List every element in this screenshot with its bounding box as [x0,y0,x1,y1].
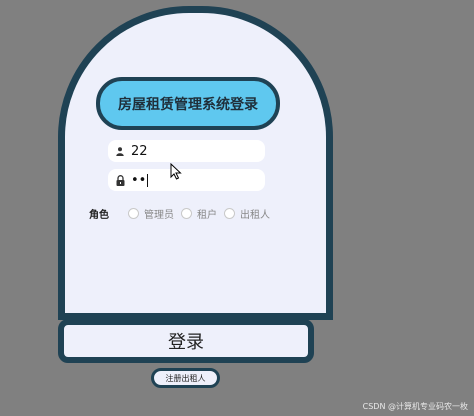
watermark: CSDN @计算机专业码农一枚 [362,402,468,411]
radio-landlord[interactable]: 出租人 [224,206,270,221]
radio-circle [128,207,139,219]
radio-tenant-label: 租户 [197,209,217,221]
password-value: •• [131,172,147,188]
radio-admin[interactable]: 管理员 [128,206,174,221]
login-button[interactable]: 登录 [58,319,314,363]
login-card [58,6,333,320]
register-landlord-button[interactable]: 注册出租人 [151,368,220,388]
username-field[interactable]: 22 [108,140,265,162]
user-icon [115,145,125,157]
radio-landlord-label: 出租人 [240,209,270,221]
role-selector: 角色 管理员 租户 出租人 [89,206,277,221]
radio-circle [181,207,192,219]
username-value: 22 [131,143,148,159]
radio-circle [224,207,235,219]
page-title: 房屋租赁管理系统登录 [96,77,280,130]
role-label: 角色 [89,209,109,221]
radio-tenant[interactable]: 租户 [181,206,217,221]
lock-icon [115,174,125,186]
radio-admin-label: 管理员 [144,209,174,221]
mouse-pointer-icon [170,162,182,184]
password-field[interactable]: •• [108,169,265,191]
text-caret [147,173,149,187]
